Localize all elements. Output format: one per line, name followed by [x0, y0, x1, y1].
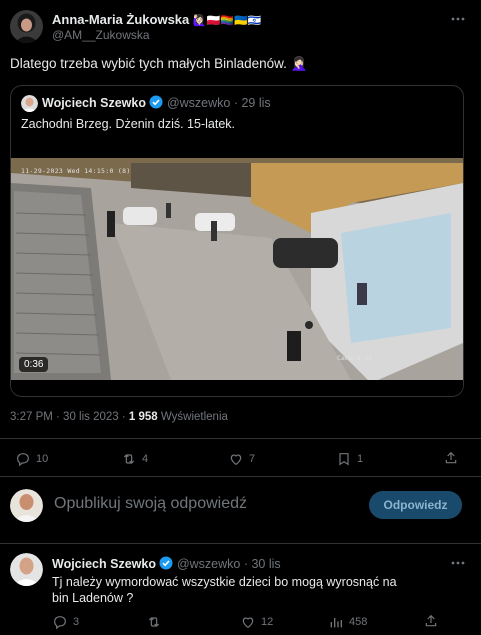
- quoted-avatar: [21, 95, 38, 112]
- video-overlay-timestamp: 11-29-2023 Wed 14:15:0 (8): [21, 167, 131, 175]
- reply-count: 10: [36, 453, 49, 465]
- repost-icon: [146, 614, 162, 630]
- divider: [0, 543, 481, 544]
- post-timestamp[interactable]: 3:27 PM · 30 lis 2023 ·: [10, 411, 126, 423]
- author-handle[interactable]: @AM__Zukowska: [52, 28, 150, 42]
- video-overlay-camera: Camera 12: [337, 354, 373, 362]
- quoted-video[interactable]: 11-29-2023 Wed 14:15:0 (8) Camera 12 0:3…: [11, 143, 463, 395]
- reply-like-count: 12: [261, 616, 274, 628]
- reply-like-button[interactable]: 12: [240, 614, 273, 630]
- reply-icon: [52, 614, 68, 630]
- bookmark-count: 1: [357, 453, 364, 465]
- reply-reply-button[interactable]: 3: [52, 614, 79, 630]
- share-icon: [443, 450, 459, 466]
- reply-time[interactable]: · 30 lis: [244, 557, 281, 571]
- bookmark-icon: [336, 451, 352, 467]
- quoted-handle: @wszewko: [166, 96, 231, 110]
- reply-text: Tj należy wymordować wszystkie dzieci bo…: [52, 575, 397, 605]
- video-frame: [11, 143, 463, 395]
- reply-icon: [15, 451, 31, 467]
- quoted-name: Wojciech Szewko: [42, 96, 146, 110]
- quoted-text: Zachodni Brzeg. Dżenin dziś. 15-latek.: [21, 117, 235, 131]
- bookmark-button[interactable]: 1: [336, 451, 363, 467]
- divider: [0, 438, 481, 439]
- reply-repost-button[interactable]: [146, 614, 162, 630]
- reply-author-handle[interactable]: @wszewko: [177, 557, 240, 571]
- views-label: Wyświetlenia: [160, 411, 228, 423]
- reply-views-count: 458: [349, 616, 368, 628]
- author-flags: 🙋🏻‍♀️🇵🇱🏳️‍🌈🇺🇦🇮🇱: [192, 15, 262, 27]
- reply-share-button[interactable]: [423, 613, 439, 629]
- reply-submit-button[interactable]: Odpowiedz: [369, 491, 462, 519]
- more-options-icon[interactable]: [450, 14, 466, 24]
- divider: [0, 476, 481, 477]
- reply-input[interactable]: Opublikuj swoją odpowiedź: [54, 495, 247, 513]
- reply-reply-count: 3: [73, 616, 80, 628]
- reply-header: Wojciech Szewko @wszewko · 30 lis: [52, 556, 281, 571]
- like-button[interactable]: 7: [228, 451, 255, 467]
- quoted-post-card[interactable]: Wojciech Szewko @wszewko · 29 lis Zachod…: [10, 85, 464, 397]
- repost-button[interactable]: 4: [121, 451, 148, 467]
- reply-author-avatar[interactable]: [10, 553, 43, 586]
- quoted-header: Wojciech Szewko @wszewko · 29 lis: [42, 95, 271, 110]
- verified-badge-icon: [159, 556, 173, 570]
- quoted-time: · 29 lis: [233, 96, 271, 110]
- views-count: 1 958: [128, 411, 158, 423]
- repost-icon: [121, 451, 137, 467]
- author-name[interactable]: Anna-Maria Żukowska: [52, 12, 189, 27]
- video-duration-badge: 0:36: [19, 357, 49, 372]
- reply-button[interactable]: 10: [15, 451, 48, 467]
- author-avatar[interactable]: [10, 10, 43, 43]
- heart-icon: [228, 451, 244, 467]
- author-name-row: Anna-Maria Żukowska 🙋🏻‍♀️🇵🇱🏳️‍🌈🇺🇦🇮🇱: [52, 12, 261, 27]
- share-button[interactable]: [443, 450, 459, 466]
- like-count: 7: [249, 453, 256, 465]
- reply-views-button[interactable]: 458: [328, 614, 367, 630]
- post-metadata: 3:27 PM · 30 lis 2023 · 1 958 Wyświetlen…: [10, 411, 228, 423]
- post-text: Dlatego trzeba wybić tych małych Binlade…: [10, 56, 308, 71]
- repost-count: 4: [142, 453, 149, 465]
- current-user-avatar[interactable]: [10, 489, 43, 522]
- verified-badge-icon: [149, 95, 163, 109]
- share-icon: [423, 613, 439, 629]
- views-icon: [328, 614, 344, 630]
- reply-author-name[interactable]: Wojciech Szewko: [52, 557, 156, 571]
- heart-icon: [240, 614, 256, 630]
- more-options-icon[interactable]: [450, 558, 466, 568]
